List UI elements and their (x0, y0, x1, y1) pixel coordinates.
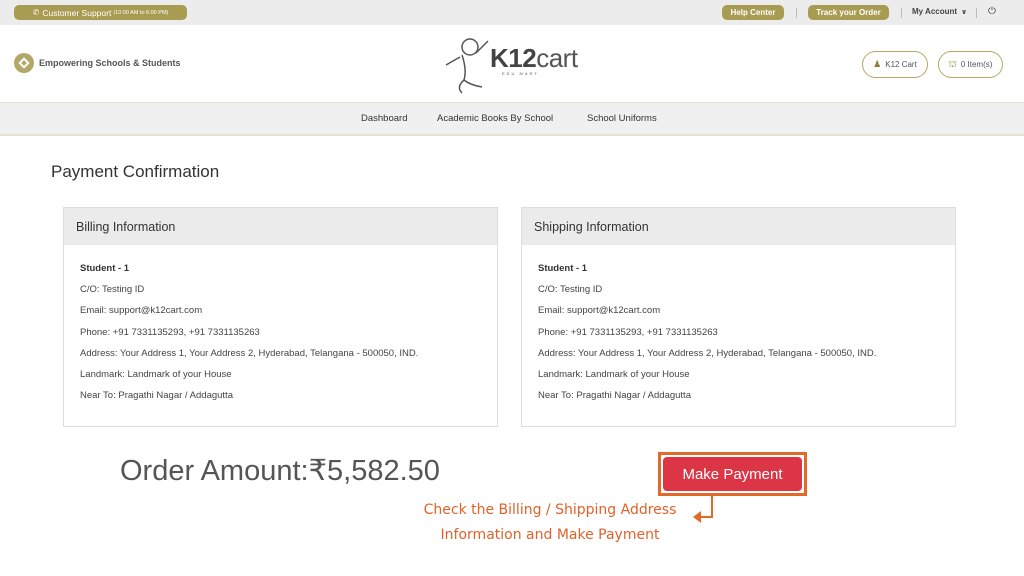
shipping-care-of: C/O: Testing ID (538, 284, 603, 296)
basket-icon: ⛫ (948, 58, 957, 69)
nav-school-uniforms[interactable]: School Uniforms (587, 113, 657, 124)
logo-k12: K12 (490, 43, 537, 73)
mascot-icon (445, 38, 489, 94)
k12-cart-label: K12 Cart (885, 60, 917, 69)
phone-icon: ✆ (32, 8, 40, 17)
chevron-down-icon: ∨ (961, 9, 967, 16)
user-icon: ♟ (873, 59, 882, 69)
shipping-name: Student - 1 (538, 263, 588, 274)
tagline-text: Empowering Schools & Students (39, 58, 181, 68)
billing-card: Billing Information Student - 1 C/O: Tes… (63, 207, 498, 427)
track-order-button[interactable]: Track your Order (808, 5, 889, 20)
tagline: Empowering Schools & Students (14, 53, 181, 73)
main-nav: Dashboard Academic Books By School Schoo… (0, 102, 1024, 136)
compass-icon (14, 53, 34, 73)
my-account-label: My Account (912, 7, 958, 16)
billing-address: Address: Your Address 1, Your Address 2,… (80, 347, 419, 359)
support-label: Customer Support (42, 7, 112, 18)
nav-dashboard[interactable]: Dashboard (361, 113, 407, 124)
order-amount-label: Order Amount: (120, 455, 309, 487)
help-center-button[interactable]: Help Center (722, 5, 784, 20)
shipping-landmark: Landmark: Landmark of your House (538, 368, 690, 380)
billing-heading: Billing Information (64, 208, 497, 245)
divider (901, 8, 902, 18)
divider (976, 8, 977, 18)
shipping-heading: Shipping Information (522, 208, 955, 245)
arrow-left-icon (693, 511, 701, 523)
top-bar: ✆ Customer Support (10:00 AM to 6:00 PM)… (0, 0, 1024, 25)
shipping-address: Address: Your Address 1, Your Address 2,… (538, 347, 877, 359)
customer-support-badge[interactable]: ✆ Customer Support (10:00 AM to 6:00 PM) (14, 5, 187, 20)
nav-academic-books[interactable]: Academic Books By School (437, 113, 553, 124)
shipping-email: Email: support@k12cart.com (538, 305, 661, 317)
order-amount-value: ₹5,582.50 (308, 455, 440, 487)
divider (796, 8, 797, 18)
billing-phone: Phone: +91 7331135293, +91 7331135263 (80, 326, 260, 338)
billing-name: Student - 1 (80, 263, 130, 274)
billing-care-of: C/O: Testing ID (80, 284, 145, 296)
order-amount: Order Amount:₹5,582.50 (120, 453, 440, 488)
shipping-card: Shipping Information Student - 1 C/O: Te… (521, 207, 956, 427)
k12cart-logo[interactable]: K12cart EDU MART (442, 35, 578, 95)
power-icon[interactable]: ⏻ (988, 6, 996, 17)
page-title: Payment Confirmation (51, 162, 220, 181)
annotation-arrow-line (711, 496, 713, 518)
cart-items-button[interactable]: ⛫ 0 Item(s) (938, 51, 1003, 78)
annotation-line-2: Information and Make Payment (440, 527, 660, 543)
make-payment-button[interactable]: Make Payment (663, 457, 802, 491)
my-account-menu[interactable]: My Account ∨ (912, 7, 967, 16)
support-hours: (10:00 AM to 6:00 PM) (113, 9, 169, 16)
billing-email: Email: support@k12cart.com (80, 305, 203, 317)
billing-landmark: Landmark: Landmark of your House (80, 368, 232, 380)
annotation-text: Check the Billing / Shipping Address Inf… (410, 498, 690, 548)
shipping-near-to: Near To: Pragathi Nagar / Addagutta (538, 390, 691, 402)
logo-cart: cart (536, 43, 578, 73)
cart-items-label: 0 Item(s) (960, 60, 993, 69)
logo-subtitle: EDU MART (502, 71, 539, 76)
annotation-line-1: Check the Billing / Shipping Address (423, 502, 677, 518)
billing-near-to: Near To: Pragathi Nagar / Addagutta (80, 390, 233, 402)
shipping-phone: Phone: +91 7331135293, +91 7331135263 (538, 326, 718, 338)
k12-cart-button[interactable]: ♟ K12 Cart (862, 51, 928, 78)
